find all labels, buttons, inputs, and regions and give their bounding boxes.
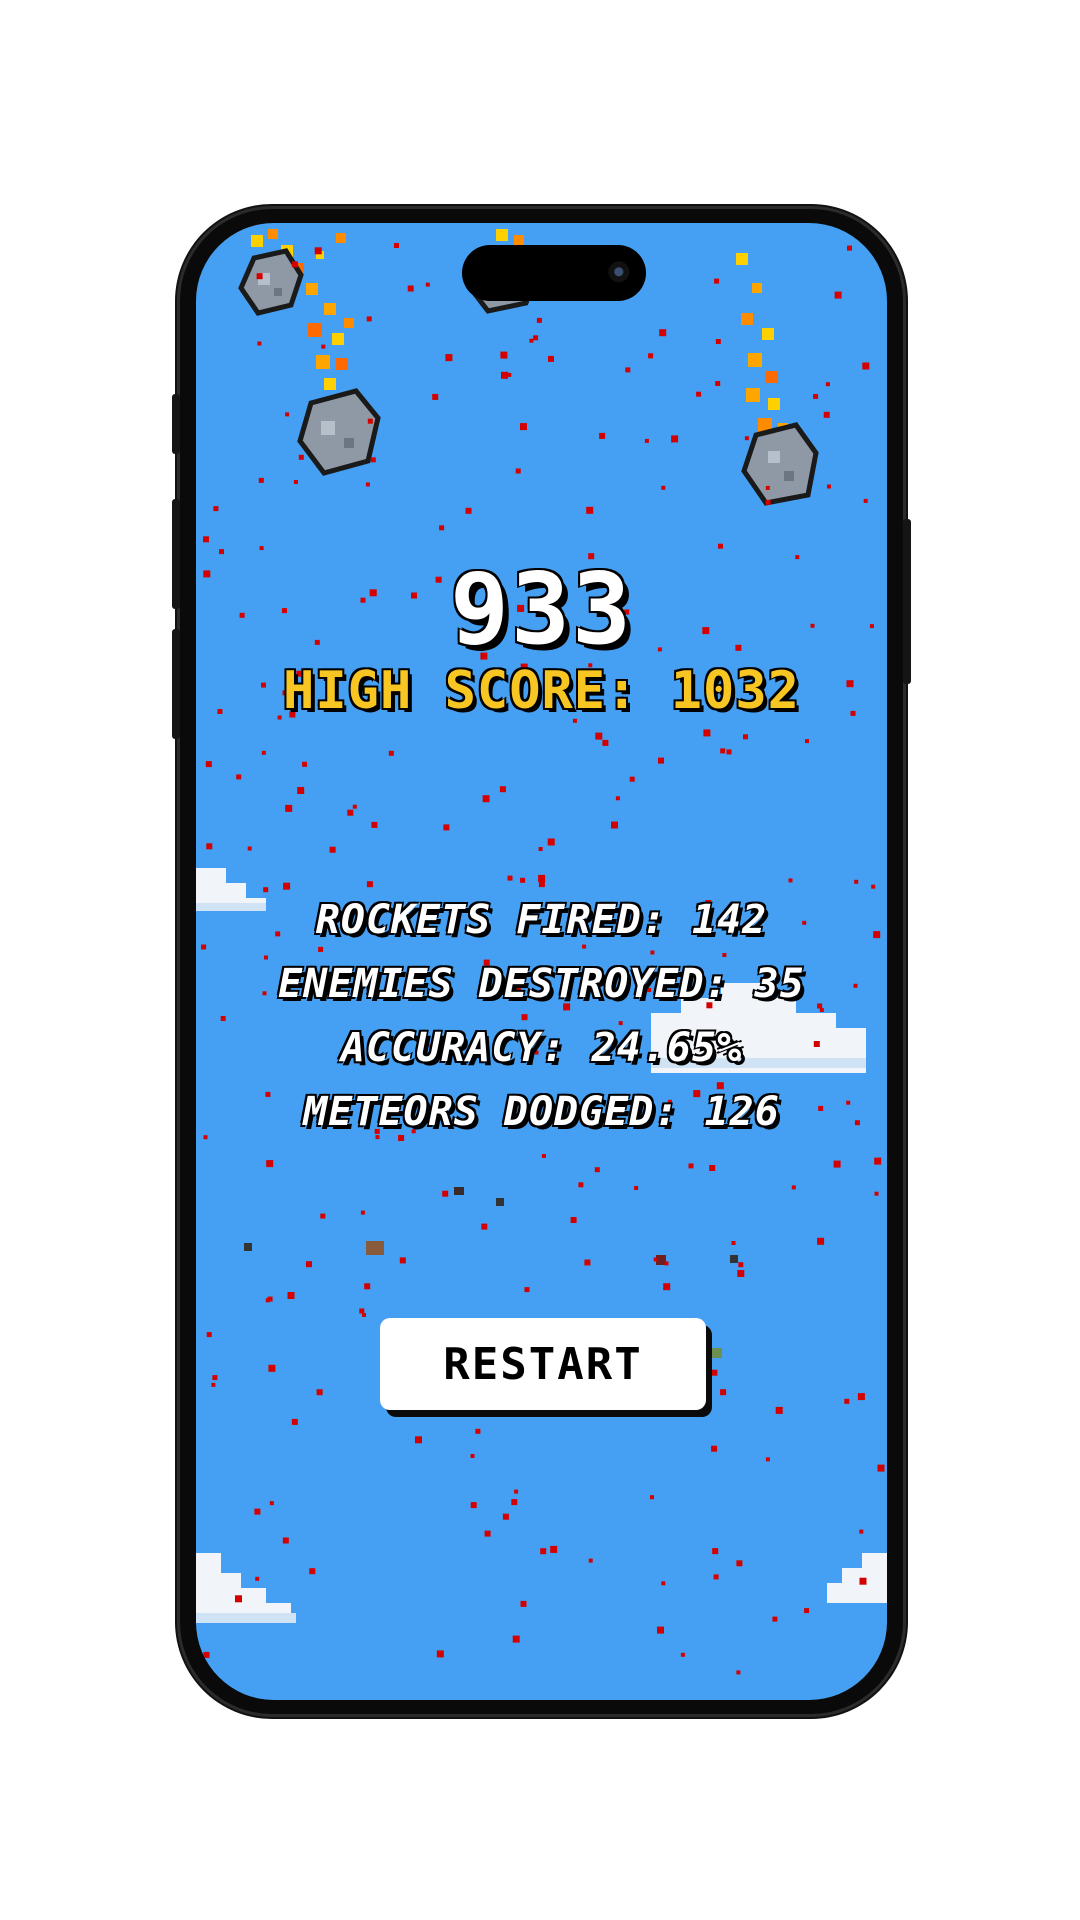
high-score: HIGH SCORE: 1032 (283, 661, 800, 721)
power-button (903, 519, 911, 684)
game-over-overlay: 933 HIGH SCORE: 1032 ROCKETS FIRED: 142 … (196, 223, 887, 1700)
stat-rockets-fired: ROCKETS FIRED: 142 (315, 897, 768, 943)
camera-icon (608, 261, 632, 285)
current-score: 933 (449, 553, 633, 667)
stat-accuracy: ACCURACY: 24.65% (340, 1025, 743, 1071)
action-button (172, 394, 180, 454)
game-screen: 933 HIGH SCORE: 1032 ROCKETS FIRED: 142 … (196, 223, 887, 1700)
dynamic-island (462, 245, 646, 301)
volume-up-button (172, 499, 180, 609)
volume-down-button (172, 629, 180, 739)
restart-button[interactable]: RESTART (380, 1318, 706, 1410)
stats-panel: ROCKETS FIRED: 142 ENEMIES DESTROYED: 35… (196, 888, 887, 1144)
stat-meteors-dodged: METEORS DODGED: 126 (303, 1089, 780, 1135)
phone-frame: 933 HIGH SCORE: 1032 ROCKETS FIRED: 142 … (172, 209, 911, 1714)
stat-enemies-destroyed: ENEMIES DESTROYED: 35 (278, 961, 805, 1007)
